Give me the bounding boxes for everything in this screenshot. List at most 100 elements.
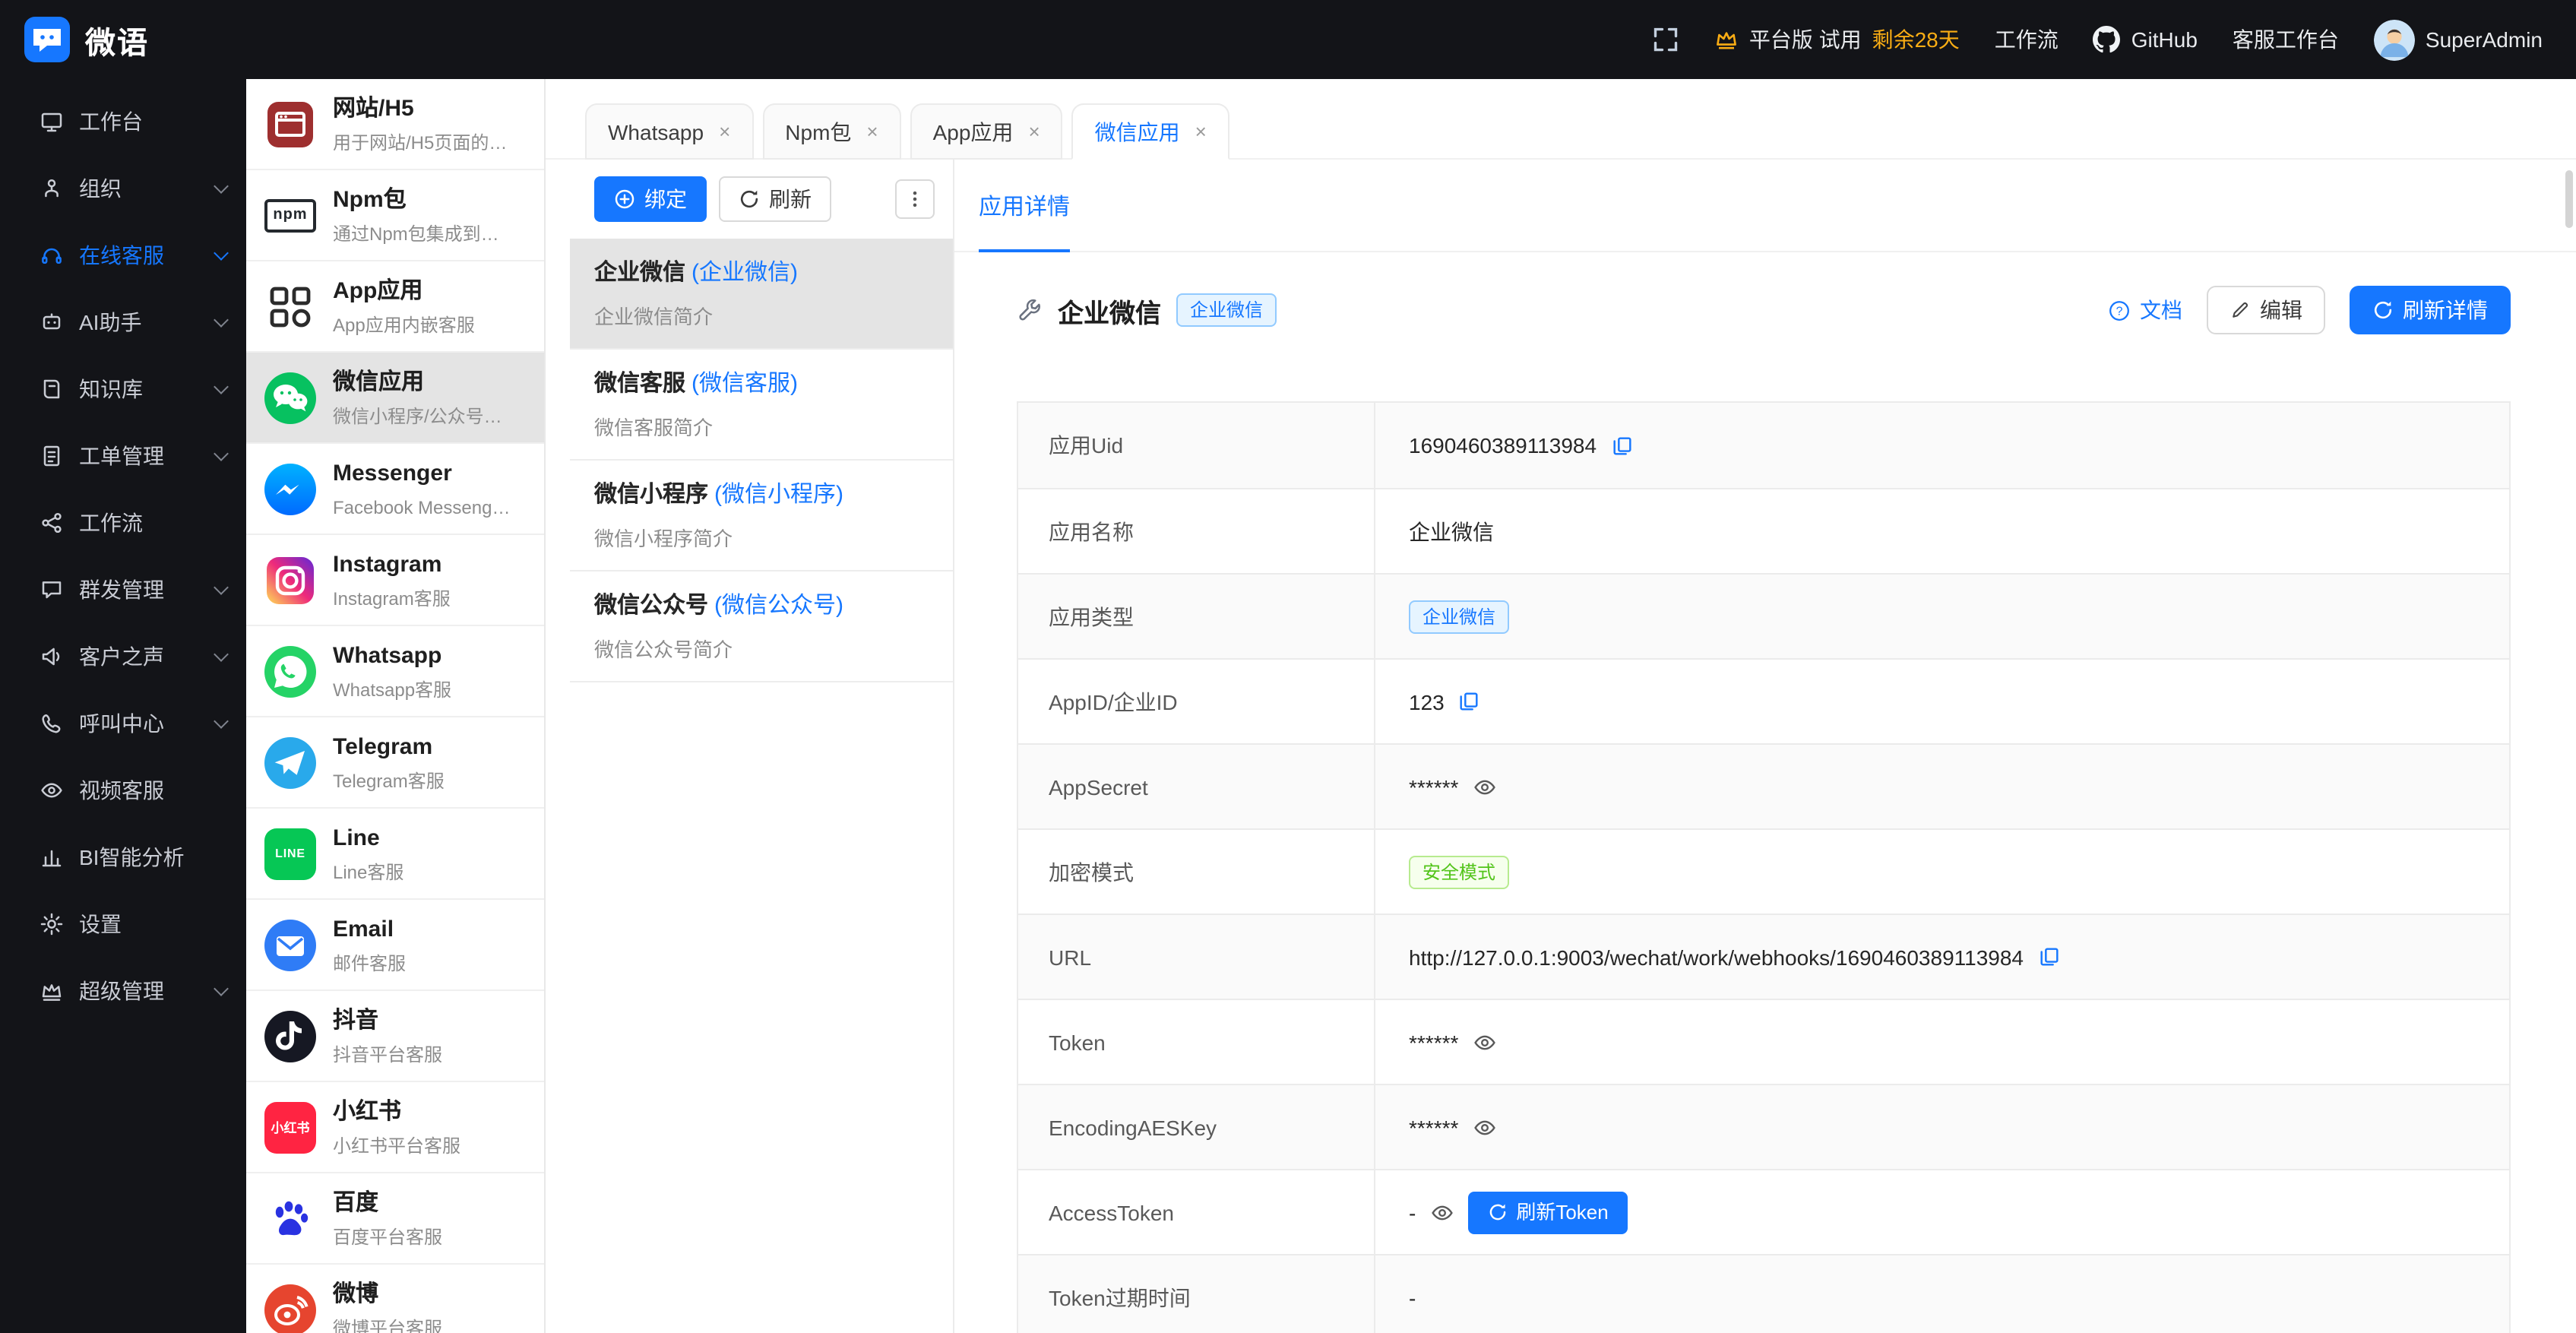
channel-item-website[interactable]: 网站/H5用于网站/H5页面的… [246, 79, 544, 170]
channel-item-whatsapp[interactable]: WhatsappWhatsapp客服 [246, 626, 544, 717]
tab-npm[interactable]: Npm包 × [762, 103, 900, 160]
channel-item-xiaohongshu[interactable]: 小红书 小红书小红书平台客服 [246, 1082, 544, 1173]
copy-icon[interactable] [2037, 945, 2060, 968]
user-menu[interactable]: SuperAdmin [2374, 19, 2543, 60]
github-link[interactable]: GitHub [2093, 26, 2198, 53]
channel-desc: Whatsapp客服 [333, 677, 532, 701]
encrypt-mode-tag: 安全模式 [1409, 855, 1509, 888]
sidebar-item-ticket-management[interactable]: 工单管理 [0, 423, 246, 489]
tab-whatsapp[interactable]: Whatsapp × [585, 103, 753, 160]
detail-table: 应用Uid 1690460389113984 应用名称 企业微信 应用类型 [1017, 401, 2511, 1333]
tab-app[interactable]: App应用 × [910, 103, 1063, 160]
sidebar-item-video-service[interactable]: 视频客服 [0, 757, 246, 824]
channel-desc: Facebook Messeng… [333, 495, 532, 519]
channel-item-wechat[interactable]: 微信应用微信小程序/公众号… [246, 353, 544, 444]
app: 微语 平台版 试用 剩余28天 工作流 GitHub 客服工作台 [0, 0, 2576, 1333]
close-icon[interactable]: × [719, 122, 730, 141]
username: SuperAdmin [2426, 27, 2543, 52]
refresh-detail-button[interactable]: 刷新详情 [2350, 286, 2511, 334]
eye-icon[interactable] [1472, 774, 1496, 799]
sidebar-item-call-center[interactable]: 呼叫中心 [0, 690, 246, 757]
app-type-tag: 企业微信 [1176, 293, 1277, 327]
sidebar-item-organization[interactable]: 组织 [0, 155, 246, 222]
sidebar-item-bi-analytics[interactable]: BI智能分析 [0, 824, 246, 891]
body: 工作台 组织 在线客服 AI助手 知识库 [0, 79, 2576, 1333]
channel-sidebar: 网站/H5用于网站/H5页面的… npm Npm包通过Npm包集成到… App应… [246, 79, 546, 1333]
channel-name: Messenger [333, 458, 532, 489]
sidebar-item-settings[interactable]: 设置 [0, 891, 246, 958]
sidebar-item-ai-assistant[interactable]: AI助手 [0, 289, 246, 356]
channel-item-instagram[interactable]: InstagramInstagram客服 [246, 535, 544, 626]
agent-workbench-link[interactable]: 客服工作台 [2233, 24, 2339, 55]
channel-item-email[interactable]: Email邮件客服 [246, 900, 544, 991]
channel-item-line[interactable]: LINE LineLine客服 [246, 809, 544, 900]
xiaohongshu-icon: 小红书 [263, 1100, 318, 1154]
sidebar-item-workbench[interactable]: 工作台 [0, 88, 246, 155]
tab-label: Npm包 [785, 116, 851, 147]
bind-button[interactable]: 绑定 [594, 176, 707, 222]
detail-body: 企业微信 企业微信 ? 文档 编辑 [1017, 252, 2511, 1333]
channel-item-telegram[interactable]: TelegramTelegram客服 [246, 717, 544, 809]
channel-name: App应用 [333, 276, 532, 306]
detail-row-name: 应用名称 企业微信 [1018, 488, 2509, 573]
topbar-link-workflow[interactable]: 工作流 [1995, 24, 2059, 55]
logo-icon [24, 17, 70, 62]
channel-desc: 邮件客服 [333, 951, 532, 975]
copy-icon[interactable] [1458, 690, 1481, 713]
detail-header: 企业微信 企业微信 ? 文档 编辑 [1017, 286, 2511, 334]
eye-icon[interactable] [1472, 1115, 1496, 1139]
channel-desc: Instagram客服 [333, 586, 532, 610]
line-icon: LINE [263, 826, 318, 881]
instance-item-work-wechat[interactable]: 企业微信(企业微信) 企业微信简介 [570, 239, 953, 350]
chevron-down-icon [214, 312, 229, 328]
instance-list: 企业微信(企业微信) 企业微信简介 微信客服(微信客服) 微信客服简介 微信小程… [570, 239, 953, 1333]
messenger-icon [263, 461, 318, 516]
copy-icon[interactable] [1610, 434, 1633, 457]
sidebar-item-broadcast[interactable]: 群发管理 [0, 556, 246, 623]
instance-item-official-account[interactable]: 微信公众号(微信公众号) 微信公众号简介 [570, 572, 953, 682]
main-area: Whatsapp × Npm包 × App应用 × 微信应用 × [546, 79, 2576, 1333]
more-button[interactable] [895, 179, 935, 219]
instance-item-wechat-kefu[interactable]: 微信客服(微信客服) 微信客服简介 [570, 350, 953, 461]
detail-row-accesstoken: AccessToken - 刷新Token [1018, 1169, 2509, 1254]
channel-item-app[interactable]: App应用 App应用内嵌客服 [246, 261, 544, 353]
detail-actions: ? 文档 编辑 刷新详情 [2108, 286, 2511, 334]
docs-link[interactable]: ? 文档 [2108, 295, 2182, 325]
refresh-token-button[interactable]: 刷新Token [1467, 1191, 1628, 1233]
sidebar-item-super-admin[interactable]: 超级管理 [0, 958, 246, 1024]
instance-item-mini-program[interactable]: 微信小程序(微信小程序) 微信小程序简介 [570, 461, 953, 572]
logo[interactable]: 微语 [24, 17, 149, 62]
channel-item-douyin[interactable]: 抖音抖音平台客服 [246, 991, 544, 1082]
trial-badge[interactable]: 平台版 试用 剩余28天 [1714, 24, 1960, 55]
fullscreen-button[interactable] [1652, 26, 1679, 53]
scrollbar-thumb[interactable] [2565, 170, 2573, 228]
detail-panel: 应用详情 企业微信 企业微信 ? 文档 [953, 160, 2576, 1333]
tab-wechat-app[interactable]: 微信应用 × [1072, 103, 1229, 160]
eye-icon[interactable] [1472, 1030, 1496, 1054]
tab-app-detail[interactable]: 应用详情 [979, 160, 1070, 251]
channel-desc: App应用内嵌客服 [333, 312, 532, 337]
channel-desc: 抖音平台客服 [333, 1042, 532, 1066]
edit-button[interactable]: 编辑 [2207, 286, 2325, 334]
close-icon[interactable]: × [1028, 122, 1040, 141]
channel-name: Telegram [333, 732, 532, 762]
detail-row-uid: 应用Uid 1690460389113984 [1018, 403, 2509, 488]
eye-icon[interactable] [1429, 1200, 1454, 1224]
eye-video-icon [40, 778, 64, 803]
channel-item-npm[interactable]: npm Npm包通过Npm包集成到… [246, 170, 544, 261]
sidebar-item-knowledge-base[interactable]: 知识库 [0, 356, 246, 423]
npm-icon: npm [263, 188, 318, 242]
sidebar-item-voice-of-customer[interactable]: 客户之声 [0, 623, 246, 690]
refresh-button[interactable]: 刷新 [719, 176, 831, 222]
channel-item-messenger[interactable]: Messenger Facebook Messeng… [246, 444, 544, 535]
channel-item-weibo[interactable]: 微博微博平台客服 [246, 1265, 544, 1333]
sidebar-item-online-service[interactable]: 在线客服 [0, 222, 246, 289]
close-icon[interactable]: × [866, 122, 878, 141]
tab-label: Whatsapp [608, 119, 704, 144]
detail-row-encrypt-mode: 加密模式 安全模式 [1018, 828, 2509, 913]
channel-item-baidu[interactable]: 百度百度平台客服 [246, 1173, 544, 1265]
close-icon[interactable]: × [1195, 122, 1207, 141]
sidebar-item-workflow[interactable]: 工作流 [0, 489, 246, 556]
channel-name: 百度 [333, 1188, 532, 1218]
chevron-down-icon [214, 580, 229, 595]
